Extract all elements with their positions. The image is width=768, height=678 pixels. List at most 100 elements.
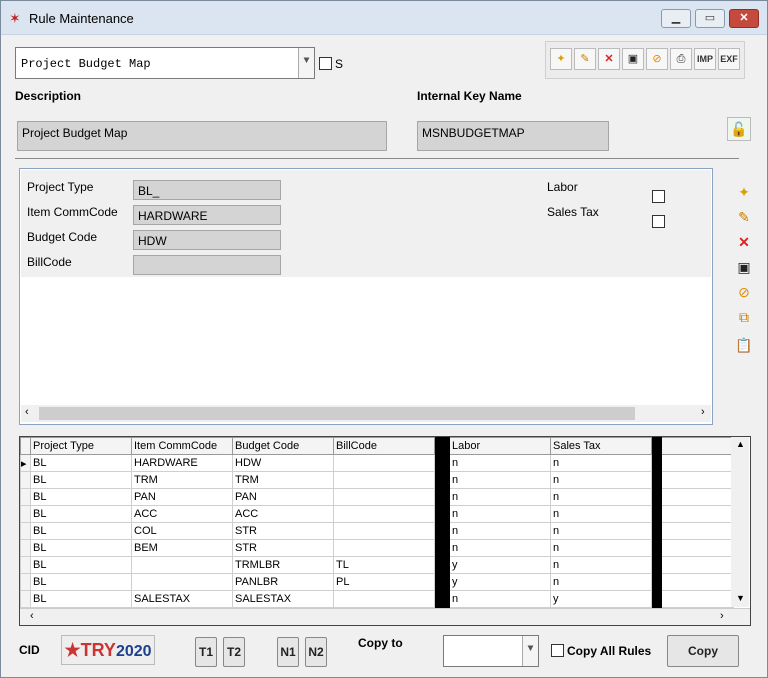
table-cell[interactable]: n xyxy=(550,505,652,523)
row-selector[interactable]: ▸ xyxy=(20,454,31,472)
table-cell[interactable]: TRM xyxy=(232,471,334,489)
table-cell[interactable]: PAN xyxy=(131,488,233,506)
table-cell[interactable]: BL xyxy=(30,522,132,540)
table-cell[interactable]: n xyxy=(449,539,551,557)
row-selector[interactable] xyxy=(20,556,31,574)
grid-horizontal-scrollbar[interactable]: ‹ › xyxy=(20,608,750,625)
cancel-icon[interactable]: ⊘ xyxy=(646,48,668,70)
side-cancel-icon[interactable]: ⊘ xyxy=(733,281,755,303)
table-cell[interactable]: SALESTAX xyxy=(232,590,334,608)
print-icon[interactable]: ⎙ xyxy=(670,48,692,70)
table-cell[interactable] xyxy=(333,590,435,608)
table-cell[interactable]: COL xyxy=(131,522,233,540)
detail-horizontal-scrollbar[interactable]: ‹ › xyxy=(21,405,711,422)
t1-button[interactable]: T1 xyxy=(195,637,217,667)
table-cell[interactable]: n xyxy=(550,471,652,489)
unlock-icon[interactable]: 🔓 xyxy=(727,117,751,141)
table-cell[interactable]: y xyxy=(449,556,551,574)
table-cell[interactable]: TL xyxy=(333,556,435,574)
labor-checkbox[interactable] xyxy=(652,190,665,203)
table-cell[interactable]: BEM xyxy=(131,539,233,557)
sales-tax-checkbox[interactable] xyxy=(652,215,665,228)
row-selector[interactable] xyxy=(20,471,31,489)
table-cell[interactable] xyxy=(131,573,233,591)
table-cell[interactable] xyxy=(333,522,435,540)
table-row[interactable]: BL SALESTAX SALESTAX n y xyxy=(20,590,734,608)
table-cell[interactable] xyxy=(333,505,435,523)
side-new-icon[interactable]: ✦ xyxy=(733,181,755,203)
side-save-icon[interactable]: ▣ xyxy=(733,256,755,278)
table-cell[interactable]: PANLBR xyxy=(232,573,334,591)
table-row[interactable]: BL ACC ACC n n xyxy=(20,505,734,523)
table-cell[interactable]: n xyxy=(449,488,551,506)
copy-button[interactable]: Copy xyxy=(667,635,739,667)
scroll-left-icon[interactable]: ‹ xyxy=(25,406,29,418)
table-cell[interactable]: ACC xyxy=(232,505,334,523)
table-cell[interactable]: HDW xyxy=(232,454,334,472)
table-row[interactable]: BL PAN PAN n n xyxy=(20,488,734,506)
table-cell[interactable]: BL xyxy=(30,505,132,523)
item-commcode-field[interactable]: HARDWARE xyxy=(133,205,281,225)
internal-key-field[interactable]: MSNBUDGETMAP xyxy=(417,121,609,151)
table-cell[interactable]: n xyxy=(449,590,551,608)
scroll-up-icon[interactable]: ▲ xyxy=(736,439,745,449)
table-cell[interactable]: BL xyxy=(30,573,132,591)
col-budget-code[interactable]: Budget Code xyxy=(232,437,334,455)
table-cell[interactable]: n xyxy=(550,573,652,591)
table-cell[interactable]: n xyxy=(550,556,652,574)
side-paste-icon[interactable]: 📋 xyxy=(733,334,755,356)
delete-icon[interactable]: ✕ xyxy=(598,48,620,70)
save-icon[interactable]: ▣ xyxy=(622,48,644,70)
table-cell[interactable]: ACC xyxy=(131,505,233,523)
detail-scroll-thumb[interactable] xyxy=(39,407,635,420)
billcode-field[interactable] xyxy=(133,255,281,275)
project-type-field[interactable]: BL_ xyxy=(133,180,281,200)
row-selector[interactable] xyxy=(20,573,31,591)
table-cell[interactable]: y xyxy=(449,573,551,591)
grid-scroll-left-icon[interactable]: ‹ xyxy=(30,610,34,622)
table-row[interactable]: BL TRMLBR TL y n xyxy=(20,556,734,574)
copy-all-rules-checkbox[interactable] xyxy=(551,644,564,657)
col-item-commcode[interactable]: Item CommCode xyxy=(131,437,233,455)
minimize-button[interactable]: ▁ xyxy=(661,9,691,28)
table-cell[interactable]: BL xyxy=(30,556,132,574)
table-cell[interactable] xyxy=(333,454,435,472)
table-cell[interactable]: STR xyxy=(232,522,334,540)
row-selector[interactable] xyxy=(20,590,31,608)
table-cell[interactable]: n xyxy=(449,471,551,489)
row-selector[interactable] xyxy=(20,539,31,557)
copy-to-chevron-down-icon[interactable]: ▼ xyxy=(522,636,538,666)
table-cell[interactable]: BL xyxy=(30,471,132,489)
budget-code-field[interactable]: HDW xyxy=(133,230,281,250)
col-sales-tax[interactable]: Sales Tax xyxy=(550,437,652,455)
table-cell[interactable]: n xyxy=(550,454,652,472)
table-cell[interactable]: n xyxy=(550,539,652,557)
side-edit-icon[interactable]: ✎ xyxy=(733,206,755,228)
n1-button[interactable]: N1 xyxy=(277,637,299,667)
table-cell[interactable] xyxy=(333,488,435,506)
grid-vertical-scrollbar[interactable]: ▲ ▼ xyxy=(731,437,749,607)
row-selector[interactable] xyxy=(20,488,31,506)
col-labor[interactable]: Labor xyxy=(449,437,551,455)
table-cell[interactable]: BL xyxy=(30,590,132,608)
table-cell[interactable]: BL xyxy=(30,539,132,557)
s-checkbox[interactable] xyxy=(319,57,332,70)
edit-icon[interactable]: ✎ xyxy=(574,48,596,70)
col-billcode[interactable]: BillCode xyxy=(333,437,435,455)
table-cell[interactable]: n xyxy=(449,505,551,523)
grid-scroll-right-icon[interactable]: › xyxy=(720,610,724,622)
row-selector[interactable] xyxy=(20,505,31,523)
description-field[interactable]: Project Budget Map xyxy=(17,121,387,151)
row-selector[interactable] xyxy=(20,522,31,540)
table-row[interactable]: BL PANLBR PL y n xyxy=(20,573,734,591)
t2-button[interactable]: T2 xyxy=(223,637,245,667)
table-cell[interactable]: n xyxy=(550,522,652,540)
copy-to-select[interactable]: ▼ xyxy=(443,635,539,667)
table-cell[interactable]: n xyxy=(550,488,652,506)
table-cell[interactable] xyxy=(131,556,233,574)
table-cell[interactable] xyxy=(333,471,435,489)
scroll-right-icon[interactable]: › xyxy=(701,406,705,418)
export-button[interactable]: EXF xyxy=(718,48,740,70)
n2-button[interactable]: N2 xyxy=(305,637,327,667)
table-cell[interactable] xyxy=(333,539,435,557)
